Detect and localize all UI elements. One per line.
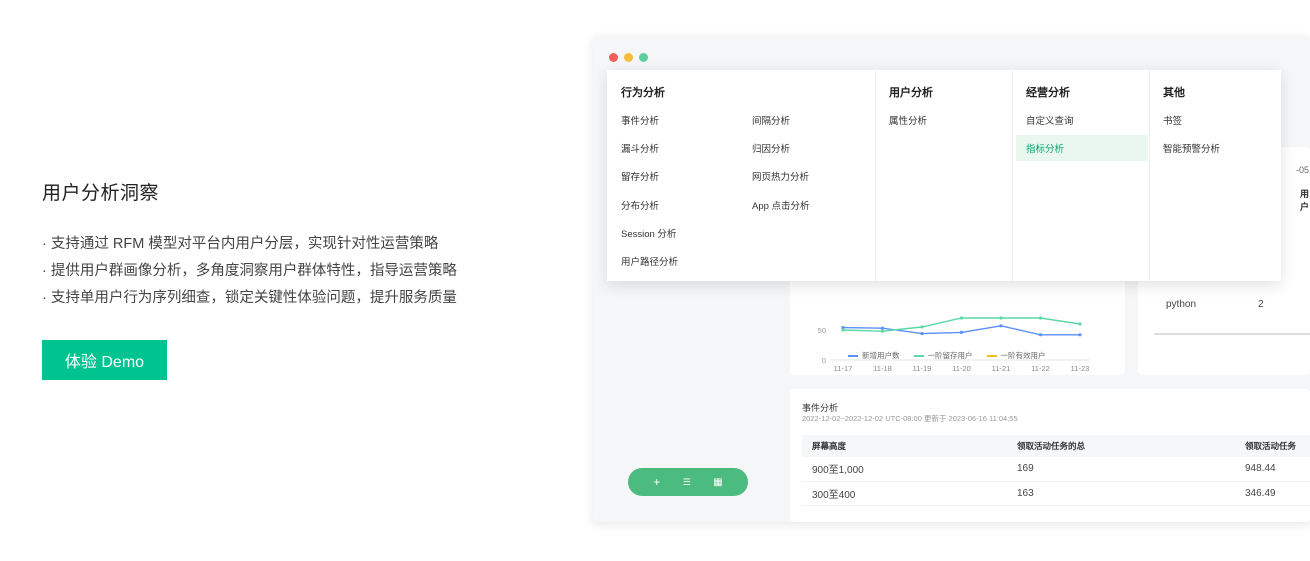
window-controls <box>609 53 648 62</box>
data-point <box>959 316 964 320</box>
data-point <box>1078 322 1082 326</box>
menu-item-interval[interactable]: 间隔分析 <box>752 113 790 127</box>
floating-action-bar: + ☰ ▦ <box>628 468 748 496</box>
table-cell: 163 <box>1007 481 1235 506</box>
data-point <box>999 324 1003 328</box>
data-point <box>841 328 845 332</box>
maximize-dot <box>639 53 648 62</box>
menu-item-event[interactable]: 事件分析 <box>621 113 659 127</box>
product-screenshot: 50 0 11-17 11-18 11-19 11-20 11-21 11-22 11-23 新… <box>593 37 1310 522</box>
menu-heading: 经营分析 <box>1026 87 1070 99</box>
menu-item-user-path[interactable]: 用户路径分析 <box>621 254 678 268</box>
menu-item-distribution[interactable]: 分布分析 <box>621 198 659 212</box>
data-point <box>1078 333 1082 337</box>
data-point <box>999 316 1003 320</box>
menu-item-property[interactable]: 属性分析 <box>889 113 927 127</box>
x-tick-label: 11-22 <box>1031 364 1050 373</box>
promo-bullet: · 提供用户群画像分析，多角度洞察用户群体特性，指导运营策略 <box>42 263 457 279</box>
menu-item-retention[interactable]: 留存分析 <box>621 169 659 183</box>
menu-item-web-heatmap[interactable]: 网页热力分析 <box>752 169 809 183</box>
event-table: 屏幕高度 领取活动任务的总 领取活动任务 900至1,000 169 948.4… <box>802 435 1310 506</box>
row-value: 2 <box>1258 299 1264 310</box>
column-header[interactable]: 领取活动任务的总 <box>1007 435 1235 457</box>
list-icon[interactable]: ☰ <box>683 477 691 488</box>
table-header-row: 屏幕高度 领取活动任务的总 领取活动任务 <box>802 435 1310 457</box>
event-analysis-card: 事件分析 2022-12-02~2022-12-02 UTC-08:00 更新于… <box>790 389 1310 522</box>
promo-bullet-list: · 支持通过 RFM 模型对平台内用户分层，实现针对性运营策略 · 提供用户群画… <box>42 231 542 312</box>
table-cell: 169 <box>1007 457 1235 482</box>
menu-item-app-click[interactable]: App 点击分析 <box>752 198 810 212</box>
try-demo-button[interactable]: 体验 Demo <box>42 340 167 380</box>
x-tick-label: 11-23 <box>1071 364 1090 373</box>
y-tick-label: 50 <box>818 326 826 335</box>
column-header[interactable]: 屏幕高度 <box>802 435 1007 457</box>
table-row: 900至1,000 169 948.44 <box>802 457 1310 482</box>
partial-header: 用户 <box>1300 189 1310 212</box>
y-tick-label: 0 <box>822 356 826 365</box>
table-subtitle: 2022-12-02~2022-12-02 UTC-08:00 更新于 2023… <box>802 414 1018 423</box>
column-header[interactable]: 领取活动任务 <box>1235 435 1310 457</box>
legend-label: 一阶留存用户 <box>927 351 973 360</box>
analysis-dropdown-menu: 行为分析 事件分析 漏斗分析 留存分析 分布分析 Session 分析 用户路径… <box>607 70 1281 281</box>
menu-item-custom-query[interactable]: 自定义查询 <box>1026 113 1074 127</box>
table-cell: 346.49 <box>1235 481 1310 506</box>
scrollbar[interactable] <box>1154 333 1310 335</box>
menu-group-other: 其他 书签 智能预警分析 <box>1149 70 1281 281</box>
data-point <box>920 325 924 329</box>
menu-item-smart-alert[interactable]: 智能预警分析 <box>1163 141 1220 155</box>
legend-label: 新增用户数 <box>862 351 900 360</box>
series-line <box>842 317 1081 332</box>
table-cell: 948.44 <box>1235 457 1310 482</box>
legend-item: 新增用户数 <box>848 350 900 361</box>
menu-item-funnel[interactable]: 漏斗分析 <box>621 141 659 155</box>
add-icon[interactable]: + <box>653 475 660 489</box>
table-cell: 900至1,000 <box>802 457 1007 482</box>
x-tick-label: 11-18 <box>873 364 892 373</box>
menu-item-bookmark[interactable]: 书签 <box>1163 113 1182 127</box>
legend-item: 一阶留存用户 <box>913 350 973 361</box>
data-point <box>1038 316 1043 320</box>
menu-heading: 行为分析 <box>621 87 665 99</box>
menu-heading: 用户分析 <box>889 87 933 99</box>
data-point <box>959 330 964 334</box>
promo-bullet: · 支持通过 RFM 模型对平台内用户分层，实现针对性运营策略 <box>42 236 439 252</box>
data-point <box>920 332 924 336</box>
promo-section: 用户分析洞察 · 支持通过 RFM 模型对平台内用户分层，实现针对性运营策略 ·… <box>42 178 542 380</box>
partial-date: -05 <box>1296 165 1310 175</box>
x-tick-label: 11-21 <box>992 364 1011 373</box>
promo-bullet: · 支持单用户行为序列细查，锁定关键性体验问题，提升服务质量 <box>42 290 457 306</box>
chart-legend: 新增用户数 一阶留存用户 一阶有效用户 <box>848 350 1046 361</box>
menu-item-metric[interactable]: 指标分析 <box>1016 135 1148 161</box>
menu-group-user: 用户分析 属性分析 <box>875 70 1012 281</box>
grid-icon[interactable]: ▦ <box>713 477 722 488</box>
menu-heading: 其他 <box>1163 87 1185 99</box>
data-point <box>1038 333 1043 337</box>
side-table-row: python 2 <box>1166 299 1264 310</box>
x-tick-label: 11-19 <box>913 364 932 373</box>
row-name: python <box>1166 299 1197 310</box>
minimize-dot <box>624 53 633 62</box>
data-point <box>880 326 885 330</box>
legend-label: 一阶有效用户 <box>1000 351 1046 360</box>
menu-item-session[interactable]: Session 分析 <box>621 226 676 240</box>
promo-title: 用户分析洞察 <box>42 183 160 204</box>
close-dot <box>609 53 618 62</box>
data-point <box>880 329 885 333</box>
x-tick-label: 11-20 <box>952 364 971 373</box>
menu-group-behavior: 行为分析 事件分析 漏斗分析 留存分析 分布分析 Session 分析 用户路径… <box>607 70 875 281</box>
legend-item: 一阶有效用户 <box>986 350 1046 361</box>
table-cell: 300至400 <box>802 481 1007 506</box>
x-tick-label: 11-17 <box>834 364 853 373</box>
menu-item-attribution[interactable]: 归因分析 <box>752 141 790 155</box>
table-row: 300至400 163 346.49 <box>802 481 1310 506</box>
menu-group-business: 经营分析 自定义查询 指标分析 <box>1012 70 1149 281</box>
